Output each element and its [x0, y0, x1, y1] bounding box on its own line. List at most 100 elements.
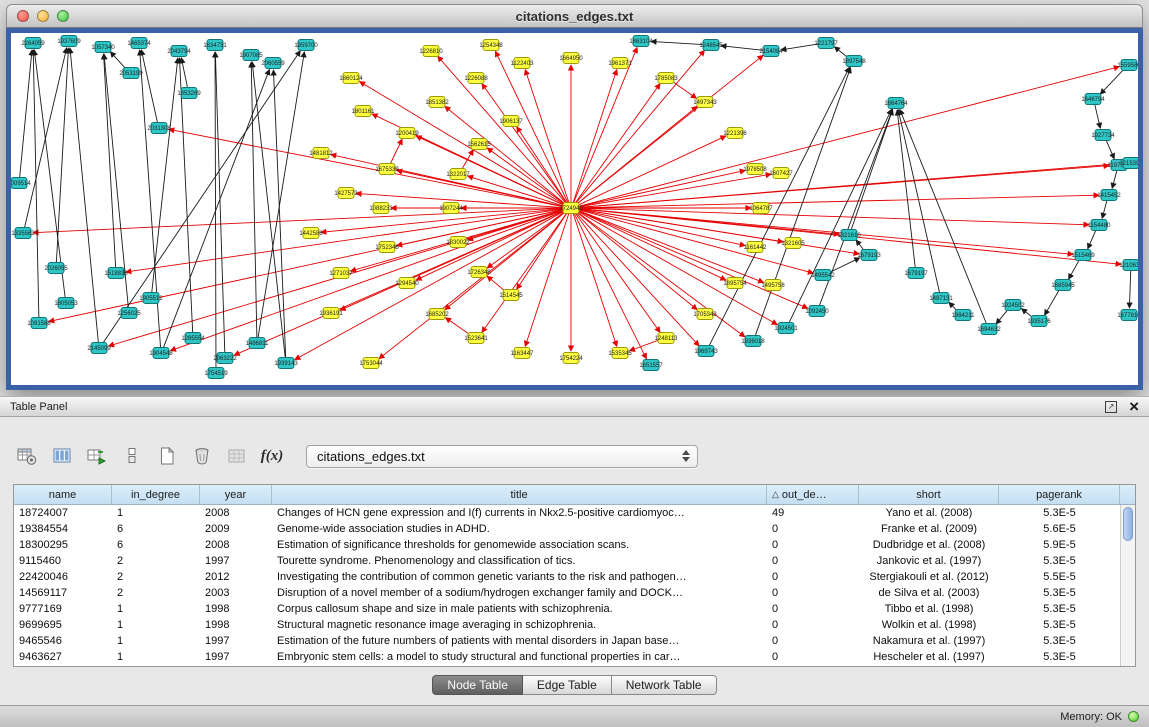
graph-edge[interactable]	[1106, 139, 1114, 158]
table-row[interactable]: 969969511998Structural magnetic resonanc…	[14, 617, 1135, 633]
column-header-year[interactable]: year	[200, 485, 272, 504]
graph-edge[interactable]	[110, 52, 126, 70]
column-header-short[interactable]: short	[859, 485, 999, 504]
graph-edge[interactable]	[20, 50, 32, 178]
tab-edge-table[interactable]: Edge Table	[523, 675, 612, 695]
graph-edge[interactable]	[577, 209, 745, 246]
table-row[interactable]: 1872400712008Changes of HCN gene express…	[14, 505, 1135, 521]
float-panel-icon[interactable]: ↗	[1105, 401, 1117, 413]
graph-edge[interactable]	[33, 50, 39, 318]
graph-edge[interactable]	[169, 129, 565, 207]
graph-edge[interactable]	[897, 110, 915, 268]
graph-edge[interactable]	[215, 52, 224, 353]
graph-edge[interactable]	[1129, 270, 1130, 308]
table-row[interactable]: 911546021997Tourette syndrome. Phenomeno…	[14, 553, 1135, 569]
graph-edge[interactable]	[576, 210, 777, 324]
graph-edge[interactable]	[1102, 200, 1107, 219]
graph-edge[interactable]	[49, 209, 565, 321]
graph-edge[interactable]	[709, 67, 850, 346]
close-panel-icon[interactable]: ×	[1129, 401, 1139, 413]
table-row[interactable]: 977716911998Corpus callosum shape and si…	[14, 601, 1135, 617]
table-selector-dropdown[interactable]: citations_edges.txt	[306, 445, 698, 468]
graph-edge[interactable]	[575, 50, 705, 204]
graph-edge[interactable]	[438, 56, 567, 204]
graph-edge[interactable]	[1069, 259, 1080, 279]
table-vertical-scrollbar[interactable]	[1120, 505, 1135, 666]
table-row[interactable]: 1830029562008Estimation of significance …	[14, 537, 1135, 553]
graph-edge[interactable]	[573, 70, 617, 204]
tab-network-table[interactable]: Network Table	[612, 675, 717, 695]
graph-edge[interactable]	[1112, 170, 1117, 189]
column-header-in-degree[interactable]: in_degree	[112, 485, 200, 504]
graph-edge[interactable]	[102, 51, 300, 344]
graph-edge[interactable]	[181, 58, 187, 88]
network-canvas[interactable]: 1724940106478711614421895754170534312481…	[11, 33, 1138, 385]
table-cell: Tourette syndrome. Phenomenology and cla…	[272, 555, 767, 567]
show-columns-icon[interactable]	[51, 445, 73, 467]
graph-edge[interactable]	[152, 58, 178, 293]
graph-edge[interactable]	[390, 139, 402, 165]
graph-edge[interactable]	[829, 258, 860, 273]
column-header-out-de[interactable]: △out_de…	[767, 485, 859, 504]
table-row[interactable]: 2242004622012Investigating the contribut…	[14, 569, 1135, 585]
import-table-icon[interactable]	[86, 445, 108, 467]
tab-node-table[interactable]: Node Table	[432, 675, 523, 695]
graph-edge[interactable]	[461, 150, 473, 170]
row-options-icon[interactable]	[121, 445, 143, 467]
graph-edge[interactable]	[1045, 289, 1060, 315]
table-options-icon[interactable]	[16, 445, 38, 467]
graph-edge[interactable]	[577, 210, 808, 308]
graph-edge[interactable]	[789, 109, 892, 323]
graph-edge[interactable]	[273, 70, 285, 358]
graph-edge[interactable]	[24, 48, 66, 228]
table-row[interactable]: 1938455462009Genome-wide association stu…	[14, 521, 1135, 537]
minimize-window-button[interactable]	[37, 10, 49, 22]
graph-node-label: 1486811	[246, 341, 270, 347]
graph-edge[interactable]	[573, 47, 637, 203]
table-cell: 2	[112, 587, 200, 599]
graph-edge[interactable]	[258, 52, 304, 338]
graph-edge[interactable]	[577, 210, 764, 283]
graph-edge[interactable]	[517, 127, 568, 204]
close-window-button[interactable]	[17, 10, 29, 22]
graph-edge[interactable]	[574, 212, 647, 358]
table-row[interactable]: 946362711997Embryonic stem cells: a mode…	[14, 649, 1135, 665]
graph-edge[interactable]	[525, 213, 569, 347]
column-header-title[interactable]: title	[272, 485, 767, 504]
graph-edge[interactable]	[487, 276, 506, 292]
network-window-titlebar[interactable]: citations_edges.txt	[6, 4, 1143, 28]
graph-edge[interactable]	[525, 70, 569, 204]
graph-edge[interactable]	[651, 41, 705, 44]
graph-edge[interactable]	[575, 212, 661, 332]
function-builder-icon[interactable]: f(x)	[261, 445, 283, 467]
graph-edge[interactable]	[252, 62, 285, 358]
graph-edge[interactable]	[170, 210, 565, 351]
graph-edge[interactable]	[576, 136, 725, 206]
graph-edge[interactable]	[851, 110, 893, 231]
column-header-name[interactable]: name	[14, 485, 112, 504]
graph-edge[interactable]	[163, 70, 269, 349]
graph-edge[interactable]	[576, 211, 697, 310]
graph-edge[interactable]	[295, 210, 566, 359]
scrollbar-thumb[interactable]	[1123, 507, 1133, 541]
graph-edge[interactable]	[575, 84, 661, 204]
graph-edge[interactable]	[1088, 229, 1096, 248]
graph-edge[interactable]	[577, 174, 771, 207]
table-row[interactable]: 946554611997Estimation of the future num…	[14, 633, 1135, 649]
graph-edge[interactable]	[898, 110, 939, 293]
graph-edge[interactable]	[487, 148, 566, 205]
graph-edge[interactable]	[482, 84, 568, 204]
graph-edge[interactable]	[34, 50, 65, 298]
graph-edge[interactable]	[576, 211, 745, 337]
delete-table-icon[interactable]	[191, 445, 213, 467]
graph-edge[interactable]	[671, 81, 696, 99]
graph-node-label: 1961371	[608, 61, 632, 67]
graph-edge[interactable]	[577, 170, 745, 207]
graph-edge[interactable]	[1095, 104, 1101, 128]
graph-edge[interactable]	[1100, 68, 1124, 94]
graph-edge[interactable]	[446, 318, 471, 336]
table-row[interactable]: 1456911722003Disruption of a novel membe…	[14, 585, 1135, 601]
zoom-window-button[interactable]	[57, 10, 69, 22]
column-header-pagerank[interactable]: pagerank	[999, 485, 1120, 504]
new-table-icon[interactable]	[156, 445, 178, 467]
